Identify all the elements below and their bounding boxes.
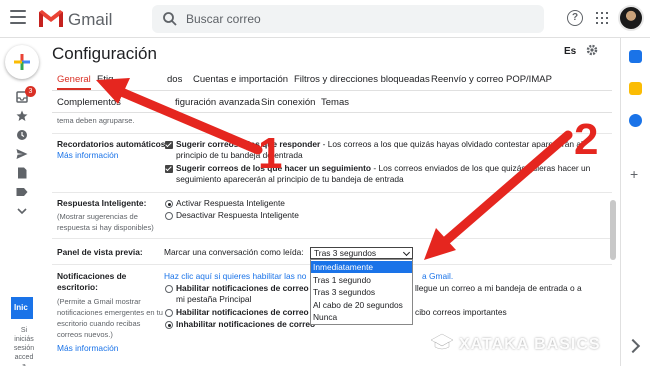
annotation-arrow-1 (107, 83, 263, 155)
watermark: XATAKA BASICS (459, 336, 601, 353)
annotation-number-1: 1 (258, 129, 283, 178)
annotation-number-2: 2 (574, 115, 599, 164)
annotation-overlay (96, 78, 573, 260)
annotation-arrow-2 (435, 130, 573, 251)
mortarboard-icon (430, 333, 454, 350)
